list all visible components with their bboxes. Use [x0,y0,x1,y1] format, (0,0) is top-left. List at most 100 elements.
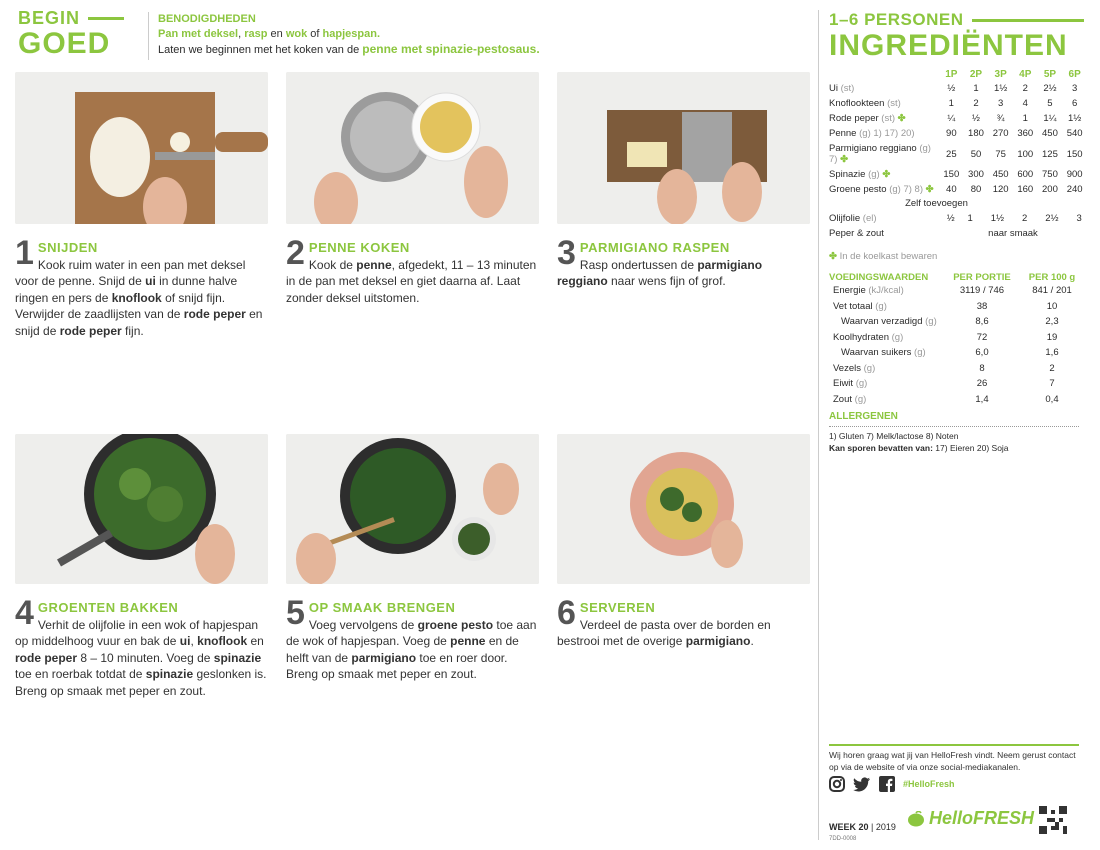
step-title: SNIJDEN [37,240,98,255]
leaf-icon: ✤ [882,169,891,180]
step-text: Verhit de olijfolie in een wok of hapjes… [15,617,267,698]
value-per-portion: 38 [976,300,988,312]
facebook-icon[interactable] [879,776,895,792]
ingredients-title: INGREDIËNTEN [829,29,1068,62]
ingredient-amount: naar smaak [988,228,1038,239]
portion-column-header: 5P [1043,69,1057,80]
week-year: | 2019 [871,822,896,832]
nutrient-name: Waarvan suikers (g) [841,347,926,358]
step-text: Voeg vervolgens de groene pesto toe aan … [286,617,537,682]
value-per-portion: 72 [976,331,988,343]
goed-label: GOED [18,27,111,60]
ingredient-amount: 240 [1066,184,1083,195]
portion-column-header: 2P [969,69,983,80]
step-text: Verdeel de pasta over de borden en bestr… [557,617,771,649]
lime-icon [908,810,924,826]
step-number: 6 [557,594,576,632]
pesto-illustration [286,434,539,584]
dish-name: penne met spinazie-pestosaus. [362,42,540,56]
ingredient-amount: 1 [1022,113,1028,124]
traces-value: 17) Eieren 20) Soja [935,443,1009,453]
onion-cutting-photo [15,72,268,224]
empty-header [829,68,939,81]
self-add-label: Zelf toevoegen [905,198,968,209]
nutrient-name: Vet totaal (g) [833,300,887,312]
equipment-list: Pan met deksel, rasp en wok of hapjespan… [158,27,678,42]
ingredient-amount: 600 [1017,169,1034,180]
ingredient-amount: 200 [1042,184,1058,195]
ingredient-row: Olijfolie (el) ½ 1 1½ 2 2½ 3 [829,211,1087,226]
step-text: Kook de penne, afgedekt, 11 – 13 minuten… [286,257,537,305]
allergens-divider [829,426,1079,427]
pesto-photo [286,434,539,584]
ingredient-amount: ½ [947,83,956,94]
ingredient-amount: 150 [1066,148,1083,160]
ingredient-amount: 1½ [994,83,1008,94]
allergens-traces: Kan sporen bevatten van: 17) Eieren 20) … [829,442,1084,454]
onion-cutting-illustration [15,72,268,224]
ingredient-amount: 750 [1042,169,1058,180]
step-text: Rasp ondertussen de parmigiano reggiano … [557,257,763,289]
value-per-100g: 2,3 [1045,316,1059,327]
self-add-table: Olijfolie (el) ½ 1 1½ 2 2½ 3 Peper & zout naar… [829,211,1087,241]
nutrition-row: Energie (kJ/kcal) 3119 / 746 841 / 201 [829,283,1087,299]
twitter-icon[interactable] [853,776,871,792]
ingredient-amount: 120 [992,184,1009,195]
ingredient-row: Groene pesto (g) 7) 8) ✤ 40 80 120 160 200 240 [829,182,1087,197]
value-per-100g: 10 [1046,300,1058,312]
ingredient-amount: 5 [1047,98,1053,109]
ingredient-amount: 4 [1022,98,1028,109]
step-1: 1 SNIJDEN Kook ruim water in een pan met… [15,236,270,339]
instagram-icon[interactable] [829,776,845,792]
nutrient-name: Energie (kJ/kcal) [833,285,904,296]
step-number: 5 [286,594,305,632]
ingredient-name: Ui (st) [829,83,855,94]
value-per-100g: 1,6 [1045,347,1059,358]
ingredient-amount: 270 [992,128,1009,139]
value-per-100g: 2 [1049,362,1055,374]
social-links: #HelloFresh [829,776,955,792]
persons-label: 1–6 PERSONEN [829,10,964,29]
recipe-code: 7DD-0008 [829,836,857,842]
step-text: Kook ruim water in een pan met deksel vo… [15,257,263,338]
intro-text: Laten we beginnen met het koken van de p… [158,42,678,58]
ingredient-amount: 900 [1066,169,1083,180]
equipment-item: Pan met deksel [158,28,239,40]
ingredient-name: Spinazie (g) ✤ [829,169,891,180]
leaf-icon: ✤ [925,184,934,195]
ingredient-amount: 40 [946,184,957,195]
week-number: WEEK 20 [829,822,869,832]
ingredient-name: Knoflookteen (st) [829,98,901,109]
ingredient-name: Peper & zout [829,228,884,239]
ingredient-amount: 1 [948,98,954,109]
nutrition-row: Waarvan suikers (g) 6,0 1,6 [829,345,1087,361]
header-divider [148,12,149,60]
hashtag: #HelloFresh [903,779,955,789]
ingredient-amount: 300 [968,169,984,180]
leaf-icon: ✤ [897,113,906,124]
step-3: 3 PARMIGIANO RASPEN Rasp ondertussen de … [557,234,812,290]
ingredient-row: Rode peper (st) ✤ ¼ ½ ¾ 1 1¼ 1½ [829,111,1087,126]
ingredient-amount: 125 [1042,148,1058,160]
ingredient-amount: 3 [1071,83,1078,94]
nutrient-name: Waarvan verzadigd (g) [841,316,937,327]
ingredient-amount: 160 [1017,184,1034,195]
fridge-label: In de koelkast bewaren [839,251,938,262]
separator: en [267,28,286,40]
ingredient-amount: ¼ [947,113,956,124]
nutrition-row: Eiwit (g) 26 7 [829,376,1087,392]
ingredient-amount: 1½ [1068,113,1082,124]
step-number: 3 [557,234,576,272]
nutrition-col-portion: PER PORTIE [953,272,1011,283]
ingredient-amount: 2½ [1043,83,1057,94]
ingredient-amount: 150 [943,169,960,180]
ingredient-amount: ½ [972,113,980,124]
nutrition-row: Koolhydraten (g) 72 19 [829,330,1087,346]
pepper-salt-row: Peper & zout naar smaak [829,226,1087,241]
ingredient-row: Spinazie (g) ✤ 150 300 450 600 750 900 [829,167,1087,182]
portion-column-header: 4P [1019,69,1032,80]
nutrient-name: Zout (g) [833,393,867,405]
allergens-title: ALLERGENEN [829,411,898,422]
value-per-portion: 1,4 [975,393,989,405]
value-per-portion: 6,0 [975,347,989,358]
